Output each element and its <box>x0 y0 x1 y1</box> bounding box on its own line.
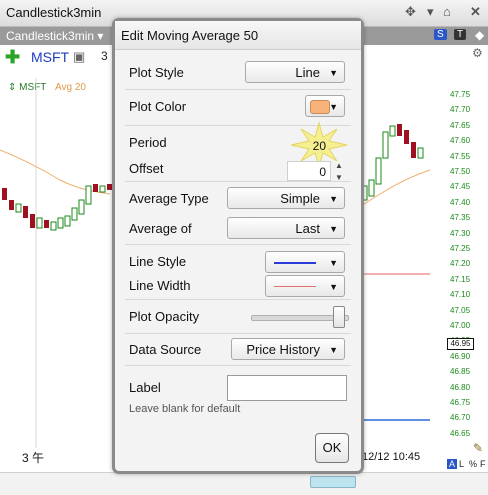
average-of-label: Average of <box>129 221 192 236</box>
divider <box>125 89 351 90</box>
period-label: Period <box>129 135 167 150</box>
average-of-select[interactable]: Last ▼ <box>227 217 345 239</box>
chart-type-label: Candlestick3min <box>6 29 95 43</box>
average-type-select[interactable]: Simple ▼ <box>227 187 345 209</box>
period-input[interactable]: 20 <box>287 135 331 155</box>
edit-moving-average-dialog: Edit Moving Average 50 Plot Style Line ▼… <box>112 18 364 474</box>
price-tick-label: 47.25 <box>450 244 471 253</box>
average-of-value: Last <box>295 221 320 236</box>
chevron-down-icon: ▼ <box>329 224 338 234</box>
plot-color-label: Plot Color <box>129 99 187 114</box>
line-style-label: Line Style <box>129 254 187 269</box>
add-study-icon[interactable]: ✚ <box>5 47 20 68</box>
color-swatch <box>310 100 330 114</box>
price-tick-label: 47.00 <box>450 321 471 330</box>
dialog-titlebar: Edit Moving Average 50 <box>115 21 361 50</box>
price-tick-label: 46.75 <box>450 398 471 407</box>
plot-opacity-label: Plot Opacity <box>129 309 200 324</box>
chevron-down-icon[interactable]: ▾ <box>427 4 434 20</box>
data-source-value: Price History <box>246 342 320 357</box>
time-axis-left-label: 3 午 <box>22 451 45 465</box>
pct-badge[interactable]: % <box>469 459 477 469</box>
s-badge[interactable]: S <box>434 29 447 40</box>
line-style-sample <box>274 262 316 264</box>
ok-button[interactable]: OK <box>315 433 349 463</box>
chevron-down-icon: ▼ <box>329 258 338 268</box>
symbol-link[interactable]: MSFT <box>31 49 69 65</box>
settings-icon[interactable]: ⚙ <box>472 46 483 60</box>
price-tick-label: 47.05 <box>450 305 471 315</box>
price-tick-label: 46.90 <box>450 351 471 361</box>
divider <box>125 365 351 366</box>
t-badge[interactable]: T <box>454 29 467 40</box>
average-type-label: Average Type <box>129 191 209 206</box>
f-badge[interactable]: F <box>480 459 486 469</box>
divider <box>125 181 351 182</box>
chart-type-selector[interactable]: Candlestick3min ▾ <box>6 29 103 43</box>
line-width-select[interactable]: ▼ <box>265 275 345 297</box>
bottom-bar: A L % F ✎ <box>0 441 488 495</box>
time-axis-right-label: 12/12 10:45 <box>362 451 421 463</box>
pencil-icon[interactable]: ✎ <box>473 441 483 455</box>
offset-input[interactable]: 0 <box>287 161 331 181</box>
printer-icon[interactable]: ▣ <box>73 49 85 65</box>
move-icon[interactable]: ✥ <box>405 4 416 20</box>
current-price-badge: 46.95 <box>447 338 474 350</box>
price-tick-label: 47.30 <box>450 228 471 238</box>
chevron-down-icon: ▼ <box>329 194 338 204</box>
label-label: Label <box>129 380 161 395</box>
horizontal-scrollbar[interactable] <box>310 476 356 488</box>
price-tick-label: 47.55 <box>450 151 471 161</box>
price-tick-label: 47.70 <box>450 105 471 115</box>
window-title: Candlestick3min <box>6 5 102 20</box>
data-source-label: Data Source <box>129 342 202 357</box>
divider <box>125 299 351 300</box>
spinner-up-icon[interactable]: ▲ <box>335 161 343 170</box>
price-tick-label: 47.35 <box>450 213 471 223</box>
label-input[interactable] <box>227 375 347 401</box>
expand-icon[interactable]: ◆ <box>475 28 484 42</box>
price-tick-label: 46.70 <box>450 413 471 423</box>
chevron-down-icon: ▼ <box>329 345 338 355</box>
price-tick-label: 46.65 <box>450 428 471 438</box>
candles-right <box>361 124 424 201</box>
l-badge[interactable]: L <box>459 459 464 469</box>
price-tick-label: 47.45 <box>450 182 471 192</box>
a-badge[interactable]: A <box>447 459 458 469</box>
close-icon[interactable]: ✕ <box>470 4 481 20</box>
price-tick-label: 47.65 <box>450 120 471 130</box>
chevron-down-icon: ▼ <box>329 282 338 292</box>
divider <box>125 333 351 334</box>
candles-left <box>2 184 112 231</box>
dialog-title: Edit Moving Average 50 <box>121 28 259 43</box>
chevron-down-icon: ▼ <box>329 68 338 78</box>
chevron-down-icon: ▼ <box>329 102 338 112</box>
plot-style-value: Line <box>295 65 320 80</box>
price-tick-label: 47.40 <box>450 197 471 207</box>
price-tick-label: 46.85 <box>450 367 471 377</box>
price-tick-label: 47.60 <box>450 136 471 146</box>
average-type-value: Simple <box>280 191 320 206</box>
price-tick-label: 46.80 <box>450 382 471 392</box>
offset-label: Offset <box>129 161 164 176</box>
price-tick-label: 47.15 <box>450 274 471 284</box>
price-tick-label: 47.50 <box>450 167 471 176</box>
line-width-label: Line Width <box>129 278 191 293</box>
line-style-select[interactable]: ▼ <box>265 251 345 273</box>
plot-opacity-thumb[interactable] <box>333 306 345 328</box>
plot-color-select[interactable]: ▼ <box>305 95 345 117</box>
plot-style-label: Plot Style <box>129 65 184 80</box>
label-hint: Leave blank for default <box>129 403 241 415</box>
quantity-value: 3 <box>101 49 108 63</box>
line-width-sample <box>274 286 316 287</box>
plot-style-select[interactable]: Line ▼ <box>245 61 345 83</box>
home-icon[interactable]: ⌂ <box>443 4 451 19</box>
price-tick-label: 47.10 <box>450 290 471 300</box>
price-tick-label: 47.75 <box>450 90 471 99</box>
data-source-select[interactable]: Price History ▼ <box>231 338 345 360</box>
price-tick-label: 47.20 <box>450 259 471 269</box>
divider <box>125 244 351 245</box>
